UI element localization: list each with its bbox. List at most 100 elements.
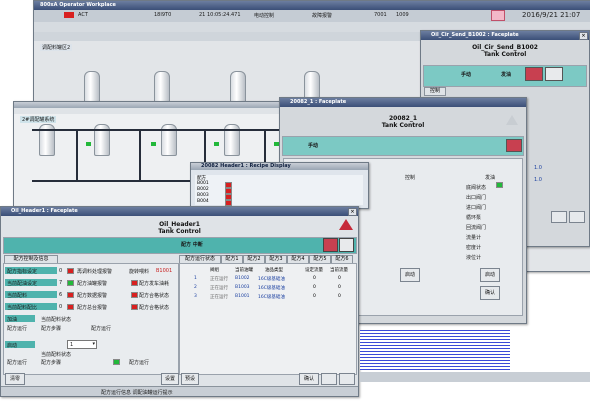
tank-20082-label-control: 控制	[405, 175, 416, 181]
close-icon[interactable]: ×	[579, 32, 588, 40]
right-col-value: B1001	[156, 268, 173, 274]
alarm-indicator-icon[interactable]	[64, 12, 74, 18]
alarm-bell-icon[interactable]	[491, 10, 505, 21]
table-row[interactable]: 2 正在运行 B1003 16C级基础油 0 0	[180, 285, 356, 291]
status-item-4: 故障报警	[312, 13, 333, 19]
tank-top-2[interactable]	[154, 71, 170, 103]
table-header-cur: 当前流量	[330, 268, 348, 273]
oil-header-icon-btn-2[interactable]	[339, 238, 354, 252]
oil-header-icon-btn-1[interactable]	[323, 238, 338, 252]
footer-icon-button-2[interactable]	[339, 373, 355, 385]
valve-icon-1[interactable]	[86, 142, 91, 146]
tank-20082-mode-panel	[282, 136, 524, 156]
left-row-3-value: 6	[59, 292, 63, 298]
setup-button[interactable]: 设置	[161, 373, 179, 385]
oil-cir-send-subtitle: Tank Control	[483, 51, 527, 58]
recipe-row-1: B001	[197, 181, 209, 186]
oil-cir-send-side-button-2[interactable]	[569, 211, 585, 223]
tank-20082-title: 20082_1 : Faceplate	[290, 99, 347, 105]
alarm-ack-label: ACT	[78, 12, 88, 18]
group2-select[interactable]: 1 ▾	[67, 340, 97, 349]
recipe-display-title: 20082 Header1 : Recipe Display	[201, 163, 291, 169]
left-row-4-value: 0	[59, 304, 63, 310]
tank-20082-confirm-button[interactable]: 确认	[480, 286, 500, 300]
group1-row-4: 配方运行	[91, 326, 112, 332]
close-icon[interactable]: ×	[348, 208, 357, 216]
confirm-button[interactable]: 确认	[299, 373, 319, 385]
group1-row-3: 配方步骤	[41, 326, 62, 332]
clear-button[interactable]: 清零	[5, 373, 25, 385]
oil-header-warning-icon[interactable]	[339, 219, 353, 230]
table-cell-group: 正在运行	[210, 286, 228, 291]
left-row-4-indicator	[67, 304, 74, 310]
oil-cir-send-tab-control[interactable]: 控制	[424, 87, 446, 96]
right-col-1: 旋转喂料	[129, 269, 150, 275]
table-header-oil: 油品类型	[265, 268, 283, 273]
table-cell-no: 1	[194, 276, 197, 281]
group2-row-2: 配方运行	[7, 360, 28, 366]
tank-top-1[interactable]	[84, 71, 100, 103]
oil-header-titlebar: Oil_Header1 : Faceplate ×	[1, 207, 358, 216]
tank-20082-row-5: 回流阀门	[466, 225, 487, 231]
recipe-display-titlebar: 20082 Header1 : Recipe Display	[191, 163, 368, 170]
tank-20082-row-8: 液位计	[466, 255, 482, 261]
datetime-display: 2016/9/21 21:07	[522, 11, 581, 19]
status-bar: 配方运行信息 调配油罐运行提示	[1, 386, 358, 396]
group2-title: 启动	[7, 343, 18, 349]
tank-20082-row-1: 底阀状态	[466, 185, 487, 191]
valve-icon-2[interactable]	[151, 142, 156, 146]
oil-cir-send-icon-btn-1[interactable]	[525, 67, 543, 81]
right-col-3-indicator	[131, 292, 138, 298]
oil-cir-send-mode: 手动	[461, 72, 472, 78]
process-graphic-stripes	[360, 330, 510, 370]
table-header-set: 设定流量	[305, 268, 323, 273]
tank-20082-label-send: 发油	[485, 175, 496, 181]
left-row-1-value: 0	[59, 268, 63, 274]
recipe-table: 阀组 当前油罐 油品类型 设定流量 当前流量 1 正在运行 B1002 16C级…	[179, 263, 357, 375]
left-row-4-right: 配方总台报警	[77, 305, 108, 311]
preset-button[interactable]: 预设	[181, 373, 199, 385]
tank-20082-row-6: 流量计	[466, 235, 482, 241]
left-row-1-right: 再调料处理报警	[77, 269, 113, 275]
oil-header-title: Oil_Header1 : Faceplate	[11, 208, 78, 214]
left-row-3-right: 配方数据报警	[77, 293, 108, 299]
tank-20082-row-2: 出口阀门	[466, 195, 487, 201]
recipe-display-grid: 配方 B001 B002 B003 B004	[195, 175, 363, 206]
status-item-1: 18I9T0	[154, 12, 172, 18]
right-col-4: 配方合格状态	[139, 305, 170, 311]
tank-20082-subtitle: Tank Control	[381, 122, 425, 129]
recipe-row-4: B004	[197, 199, 209, 204]
group1-row-2: 配方运行	[7, 326, 28, 332]
oil-cir-send-action: 发油	[501, 72, 512, 78]
footer-icon-button-1[interactable]	[321, 373, 337, 385]
tank-20082-start-button-2[interactable]: 启动	[480, 268, 500, 282]
status-bar-text: 配方运行信息 调配油罐运行提示	[101, 390, 173, 396]
recipe-row-2: B002	[197, 187, 209, 192]
table-cell-oil: 16C级基础油	[258, 277, 285, 282]
table-cell-oil: 16C级基础油	[258, 295, 285, 300]
tank-top-3[interactable]	[230, 71, 246, 103]
oil-cir-send-side-button-1[interactable]	[551, 211, 567, 223]
tank-20082-row-4: 循环泵	[466, 215, 482, 221]
table-row[interactable]: 3 正在运行 B1001 16C级基础油 0 0	[180, 294, 356, 300]
left-row-3-indicator	[67, 292, 74, 298]
valve-icon-3[interactable]	[214, 142, 219, 146]
chevron-down-icon: ▾	[92, 341, 95, 347]
status-item-2: 21 10:05:24.471	[199, 12, 241, 18]
table-cell-no: 3	[194, 294, 197, 299]
group2-row-3: 配方步骤	[41, 360, 62, 366]
group2-row-1: 当前配料状态	[41, 352, 72, 358]
oil-cir-send-icon-btn-2[interactable]	[545, 67, 563, 81]
pipe-vertical-2	[139, 129, 141, 181]
tank-20082-row-3: 进口阀门	[466, 205, 487, 211]
table-row[interactable]: 1 正在运行 B1002 16C级基础油 0 0	[180, 276, 356, 282]
oil-cir-send-value-2: 1.0	[534, 177, 542, 183]
table-cell-set: 0	[313, 294, 316, 299]
tank-20082-icon-btn[interactable]	[506, 139, 522, 152]
tank-20082-titlebar: 20082_1 : Faceplate	[280, 98, 526, 107]
main-window-title: 800xA Operator Workplace	[40, 2, 116, 8]
right-col-4-indicator	[131, 304, 138, 310]
recipe-display-window: 20082 Header1 : Recipe Display 配方 B001 B…	[190, 162, 369, 209]
left-row-2-label: 当前配油设定	[7, 281, 38, 287]
tank-20082-start-button-1[interactable]: 启动	[400, 268, 420, 282]
